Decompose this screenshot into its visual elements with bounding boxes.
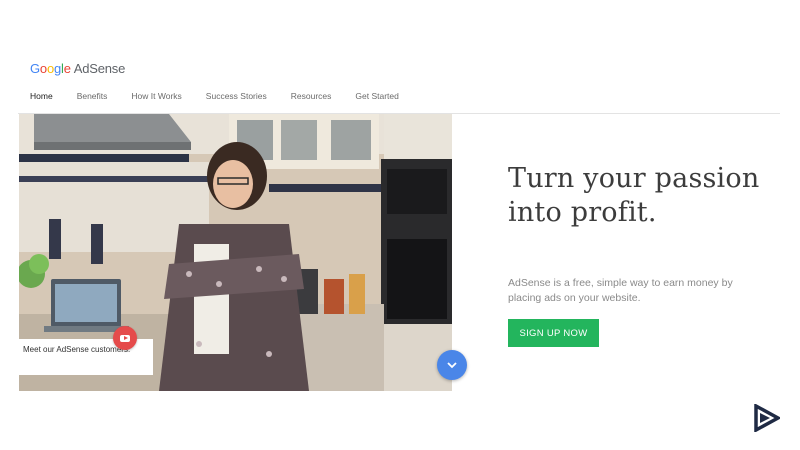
nav-get-started[interactable]: Get Started: [355, 91, 398, 101]
nav-how-it-works[interactable]: How It Works: [131, 91, 181, 101]
logo-product-name: AdSense: [73, 61, 126, 76]
hero-subtext: AdSense is a free, simple way to earn mo…: [508, 277, 733, 304]
google-adsense-logo[interactable]: Google AdSense: [30, 61, 125, 76]
nav-resources[interactable]: Resources: [291, 91, 332, 101]
nav-home[interactable]: Home: [30, 91, 53, 101]
chevron-down-icon: [447, 362, 457, 369]
logo-google-wordmark: Google: [30, 61, 71, 76]
main-nav: Home Benefits How It Works Success Stori…: [30, 91, 423, 101]
sign-up-button[interactable]: SIGN UP NOW: [508, 319, 599, 347]
play-triangle-logo-icon: [752, 403, 782, 437]
scroll-down-button[interactable]: [437, 350, 467, 380]
youtube-play-icon[interactable]: [113, 326, 137, 350]
nav-benefits[interactable]: Benefits: [77, 91, 108, 101]
nav-success-stories[interactable]: Success Stories: [206, 91, 267, 101]
hero-headline: Turn your passion into profit.: [508, 163, 760, 228]
